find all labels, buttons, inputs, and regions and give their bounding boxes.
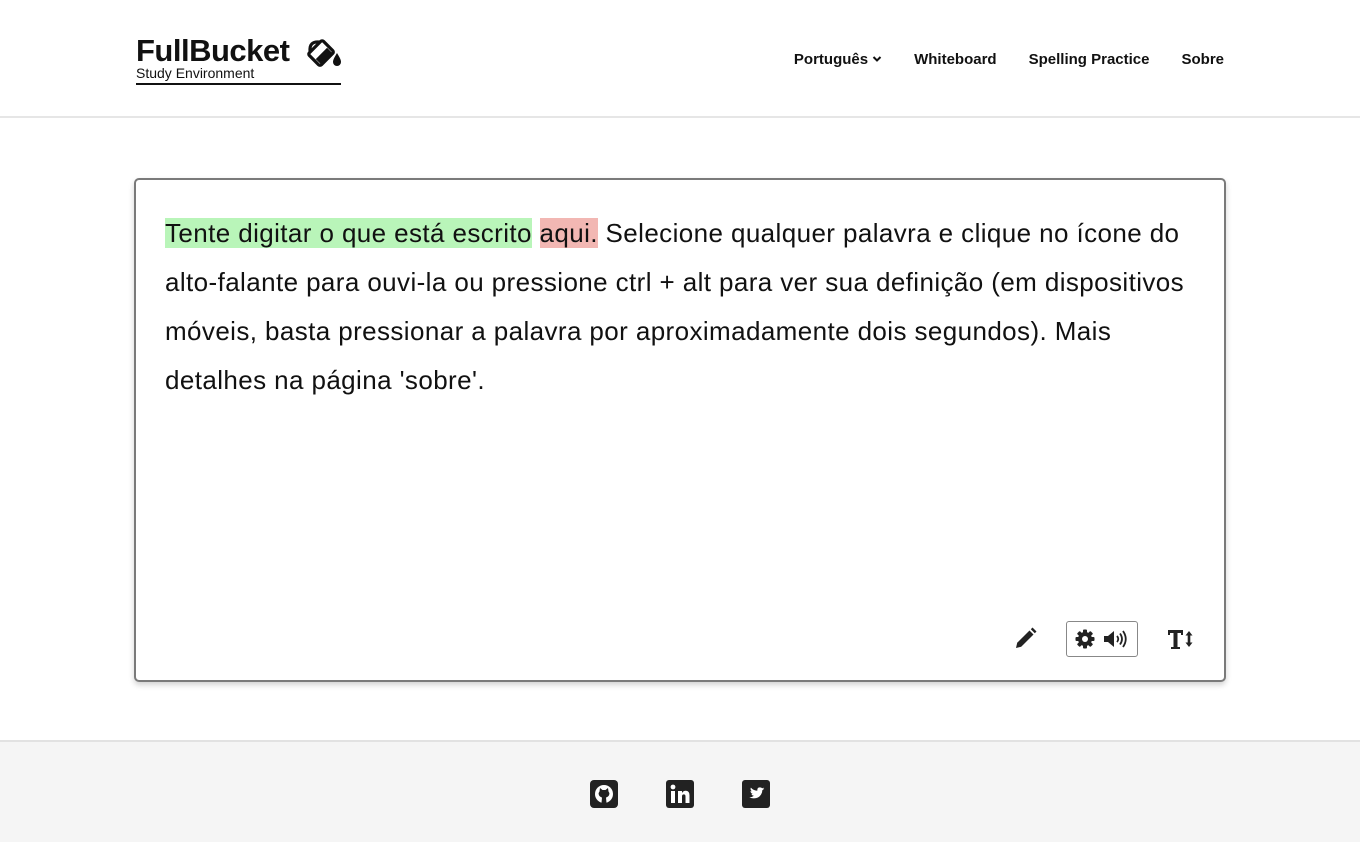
editor-text[interactable]: Tente digitar o que está escrito aqui. S… bbox=[165, 209, 1195, 405]
typed-wrong-text: aqui. bbox=[539, 218, 598, 248]
pencil-icon bbox=[1016, 627, 1037, 648]
editor-toolbar bbox=[1012, 620, 1196, 658]
twitter-icon[interactable] bbox=[742, 780, 770, 808]
brand-subtitle: Study Environment bbox=[136, 65, 255, 81]
typed-correct-text: Tente digitar o que está escrito bbox=[165, 218, 532, 248]
github-icon[interactable] bbox=[590, 780, 618, 808]
social-links bbox=[590, 780, 770, 808]
text-size-button[interactable] bbox=[1166, 625, 1196, 653]
brand-name: FullBucket bbox=[136, 33, 290, 68]
site-header: FullBucket Study Environment Português W… bbox=[0, 0, 1360, 118]
gear-icon bbox=[1075, 629, 1095, 649]
nav-about[interactable]: Sobre bbox=[1181, 51, 1224, 68]
site-footer bbox=[0, 740, 1360, 842]
nav-whiteboard[interactable]: Whiteboard bbox=[914, 51, 997, 68]
paint-bucket-icon bbox=[307, 39, 341, 67]
language-label: Português bbox=[793, 50, 869, 68]
linkedin-icon[interactable] bbox=[666, 780, 694, 808]
brand-logo[interactable]: FullBucket Study Environment bbox=[136, 34, 341, 85]
main-nav: Português Whiteboard Spelling Practice S… bbox=[794, 48, 1224, 70]
speech-settings-button[interactable] bbox=[1066, 621, 1138, 657]
speaker-icon bbox=[1104, 630, 1127, 648]
text-size-icon bbox=[1168, 630, 1193, 649]
edit-button[interactable] bbox=[1012, 625, 1038, 653]
nav-spelling-practice[interactable]: Spelling Practice bbox=[1029, 51, 1150, 68]
language-dropdown[interactable]: Português bbox=[794, 51, 882, 68]
typing-editor[interactable]: Tente digitar o que está escrito aqui. S… bbox=[134, 178, 1226, 682]
chevron-down-icon bbox=[872, 56, 882, 62]
